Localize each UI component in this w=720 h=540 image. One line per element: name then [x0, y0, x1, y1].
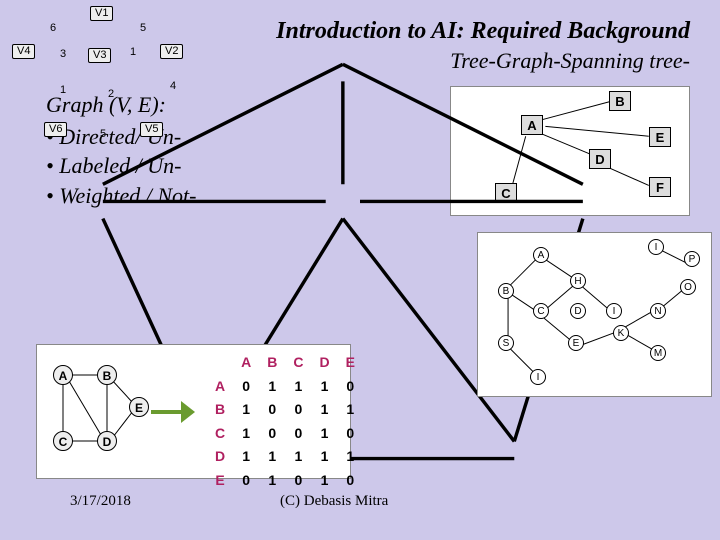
matrix-cell: 1 [285, 445, 311, 469]
adjacency-matrix-panel: A B C D E A B C D E A 0 1 1 1 0 B 1 0 0 … [36, 344, 351, 479]
graph-node: V6 [44, 122, 67, 137]
matrix-row-header: C [207, 422, 233, 446]
matrix-cell: 0 [259, 398, 285, 422]
edge-weight: 5 [100, 128, 106, 140]
edge-weight: 1 [130, 46, 136, 58]
graph-node: A [521, 115, 543, 135]
matrix-cell: 0 [259, 422, 285, 446]
graph-node: D [97, 431, 117, 451]
graph-node: B [97, 365, 117, 385]
matrix-cell: 1 [233, 422, 259, 446]
graph-node: I [606, 303, 622, 319]
graph-node: F [649, 177, 671, 197]
matrix-cell: 1 [338, 445, 363, 469]
matrix-cell: 1 [312, 375, 338, 399]
matrix-cell: 1 [259, 375, 285, 399]
edge-weight: 1 [60, 84, 66, 96]
matrix-row-header: B [207, 398, 233, 422]
graph-node: V2 [160, 44, 183, 59]
matrix-cell: 1 [233, 398, 259, 422]
matrix-cell: 0 [285, 398, 311, 422]
graph-node: A [53, 365, 73, 385]
graph-node: C [495, 183, 517, 203]
matrix-col-header: C [285, 351, 311, 375]
graph-node: K [613, 325, 629, 341]
edge-weight: 6 [50, 22, 56, 34]
matrix-cell: 1 [285, 375, 311, 399]
bullet-item: Labeled / Un- [46, 151, 197, 181]
graph-node: N [650, 303, 666, 319]
bullet-block: Graph (V, E): Directed/ Un- Labeled / Un… [46, 90, 197, 211]
bullet-item: Directed/ Un- [46, 122, 197, 152]
graph-node: E [568, 335, 584, 351]
graph-node: D [570, 303, 586, 319]
edge-weight: 3 [60, 48, 66, 60]
edge-weight: 5 [140, 22, 146, 34]
matrix-row-header: E [207, 469, 233, 493]
footer-date: 3/17/2018 [70, 493, 131, 510]
graph-node: I [530, 369, 546, 385]
graph-node: V3 [88, 48, 111, 63]
directed-graph-panel: A B C H I E K M N O P I S I D [477, 232, 712, 397]
matrix-cell: 0 [338, 375, 363, 399]
bullet-heading: Graph (V, E): [46, 90, 197, 120]
adjacency-matrix: A B C D E A 0 1 1 1 0 B 1 0 0 1 1 C 1 0 … [207, 351, 363, 493]
matrix-row-header: D [207, 445, 233, 469]
graph-node: V5 [140, 122, 163, 137]
graph-node: O [680, 279, 696, 295]
matrix-row-header: A [207, 375, 233, 399]
graph-node: P [684, 251, 700, 267]
edge-weight: 4 [170, 80, 176, 92]
matrix-cell: 1 [233, 445, 259, 469]
graph-node: A [533, 247, 549, 263]
matrix-cell: 1 [312, 398, 338, 422]
matrix-cell: 0 [285, 469, 311, 493]
matrix-cell: 0 [285, 422, 311, 446]
graph-node: C [53, 431, 73, 451]
matrix-col-header: A [233, 351, 259, 375]
matrix-cell: 1 [259, 445, 285, 469]
slide-title: Introduction to AI: Required Background [0, 18, 690, 45]
graph-node: H [570, 273, 586, 289]
bullet-item: Weighted / Not- [46, 181, 197, 211]
graph-node: E [649, 127, 671, 147]
edge-weight: 2 [108, 88, 114, 100]
graph-node: C [533, 303, 549, 319]
matrix-col-header: B [259, 351, 285, 375]
graph-node: E [129, 397, 149, 417]
matrix-cell: 0 [338, 469, 363, 493]
matrix-cell: 1 [312, 469, 338, 493]
graph-node: V4 [12, 44, 35, 59]
tree-diagram-panel: A B C D E F [450, 86, 690, 216]
matrix-cell: 1 [312, 422, 338, 446]
matrix-cell: 0 [233, 375, 259, 399]
graph-node: B [498, 283, 514, 299]
matrix-cell: 0 [233, 469, 259, 493]
footer-copyright: (C) Debasis Mitra [280, 493, 388, 510]
matrix-cell: 1 [338, 398, 363, 422]
graph-node: D [589, 149, 611, 169]
matrix-cell: 0 [338, 422, 363, 446]
matrix-cell: 1 [259, 469, 285, 493]
arrow-icon [151, 401, 195, 423]
graph-node: B [609, 91, 631, 111]
graph-node: M [650, 345, 666, 361]
graph-node: V1 [90, 6, 113, 21]
matrix-col-header: D [312, 351, 338, 375]
matrix-col-header: E [338, 351, 363, 375]
graph-node: S [498, 335, 514, 351]
matrix-cell: 1 [312, 445, 338, 469]
graph-node: I [648, 239, 664, 255]
